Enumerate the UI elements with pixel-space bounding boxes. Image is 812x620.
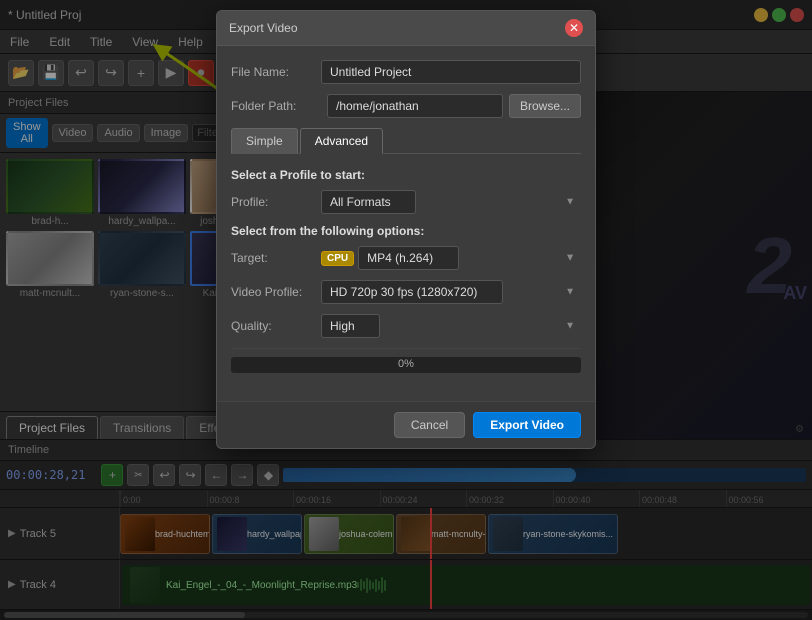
folder-path-label: Folder Path: bbox=[231, 99, 321, 113]
video-profile-select-wrap: HD 720p 30 fps (1280x720) bbox=[321, 280, 581, 304]
quality-label: Quality: bbox=[231, 319, 321, 333]
dialog-close-button[interactable]: ✕ bbox=[565, 19, 583, 37]
browse-button[interactable]: Browse... bbox=[509, 94, 581, 118]
cpu-badge: CPU bbox=[321, 251, 354, 266]
profile-label: Profile: bbox=[231, 195, 321, 209]
dialog-title: Export Video bbox=[229, 21, 298, 35]
progress-section: 0% bbox=[231, 348, 581, 387]
dialog-footer: Cancel Export Video bbox=[217, 401, 595, 448]
target-select[interactable]: MP4 (h.264) bbox=[358, 246, 459, 270]
quality-select[interactable]: High bbox=[321, 314, 380, 338]
profile-select[interactable]: All Formats bbox=[321, 190, 416, 214]
file-name-input[interactable] bbox=[321, 60, 581, 84]
quality-row: Quality: High bbox=[231, 314, 581, 338]
progress-text: 0% bbox=[231, 358, 581, 370]
file-name-label: File Name: bbox=[231, 65, 321, 79]
dialog-overlay: Export Video ✕ File Name: Folder Path: B… bbox=[0, 0, 812, 620]
export-dialog: Export Video ✕ File Name: Folder Path: B… bbox=[216, 10, 596, 449]
target-inner-wrap: MP4 (h.264) bbox=[358, 246, 581, 270]
app-window: * Untitled Proj File Edit Title View Hel… bbox=[0, 0, 812, 620]
options-section-title: Select from the following options: bbox=[231, 224, 581, 238]
profile-row: Profile: All Formats bbox=[231, 190, 581, 214]
video-profile-label: Video Profile: bbox=[231, 285, 321, 299]
dialog-titlebar: Export Video ✕ bbox=[217, 11, 595, 46]
folder-path-row: Folder Path: Browse... bbox=[231, 94, 581, 118]
dialog-tabs: Simple Advanced bbox=[231, 128, 581, 154]
profile-select-wrap: All Formats bbox=[321, 190, 581, 214]
export-video-button[interactable]: Export Video bbox=[473, 412, 581, 438]
dialog-body: File Name: Folder Path: Browse... Simple… bbox=[217, 46, 595, 401]
target-row: Target: CPU MP4 (h.264) bbox=[231, 246, 581, 270]
folder-path-input[interactable] bbox=[327, 94, 503, 118]
profile-section-title: Select a Profile to start: bbox=[231, 168, 581, 182]
cancel-button[interactable]: Cancel bbox=[394, 412, 465, 438]
video-profile-row: Video Profile: HD 720p 30 fps (1280x720) bbox=[231, 280, 581, 304]
tab-simple[interactable]: Simple bbox=[231, 128, 298, 153]
quality-select-wrap: High bbox=[321, 314, 581, 338]
file-name-row: File Name: bbox=[231, 60, 581, 84]
target-label: Target: bbox=[231, 251, 321, 265]
tab-advanced[interactable]: Advanced bbox=[300, 128, 383, 154]
video-profile-select[interactable]: HD 720p 30 fps (1280x720) bbox=[321, 280, 503, 304]
target-select-wrap: CPU MP4 (h.264) bbox=[321, 246, 581, 270]
progress-bar: 0% bbox=[231, 357, 581, 373]
